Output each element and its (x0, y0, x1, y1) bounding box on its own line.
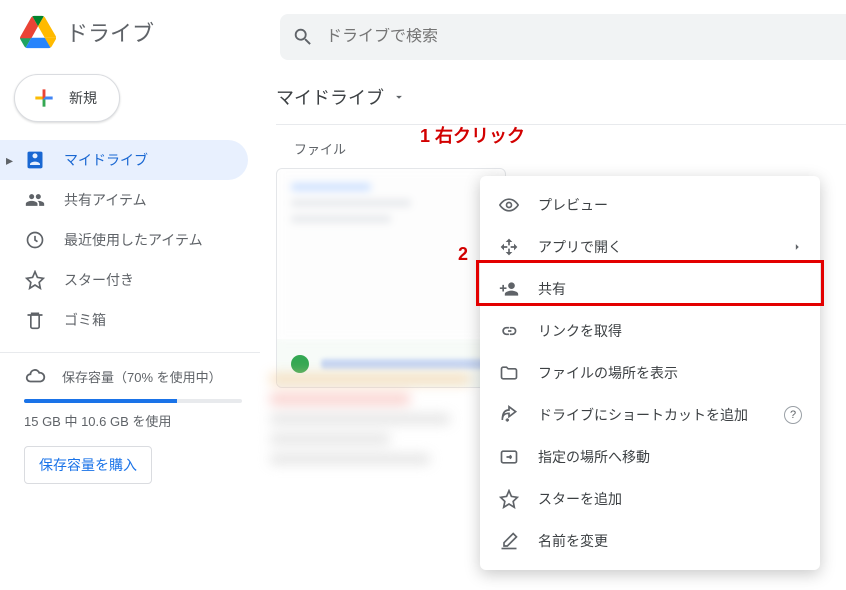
menu-item-rename[interactable]: 名前を変更 (480, 520, 820, 562)
context-menu: プレビュー アプリで開く 共有 リン (480, 176, 820, 570)
menu-item-label: 名前を変更 (538, 531, 608, 551)
storage-label: 保存容量（70% を使用中） (62, 367, 222, 386)
chevron-right-icon (790, 240, 804, 254)
sidebar-item-my-drive[interactable]: ▸ マイドライブ (0, 140, 248, 180)
sidebar-item-label: 最近使用したアイテム (64, 230, 203, 250)
drive-logo-icon (18, 12, 58, 52)
menu-item-label: プレビュー (538, 195, 608, 215)
sidebar-item-starred[interactable]: スター付き (0, 260, 248, 300)
content-area: マイドライブ ファイル 1 右クリック 2 (260, 64, 846, 590)
sidebar-item-label: スター付き (64, 270, 134, 290)
brand-title: ドライブ (66, 16, 154, 48)
menu-item-move-to[interactable]: 指定の場所へ移動 (480, 436, 820, 478)
plus-icon (31, 85, 57, 111)
menu-item-label: アプリで開く (538, 237, 622, 257)
folder-icon (498, 362, 520, 384)
storage-progress (24, 399, 242, 403)
menu-item-open-with[interactable]: アプリで開く (480, 226, 820, 268)
sidebar-item-label: ゴミ箱 (64, 310, 106, 330)
storage-detail: 15 GB 中 10.6 GB を使用 (24, 411, 242, 430)
new-button[interactable]: 新規 (14, 74, 120, 122)
chevron-right-icon: ▸ (6, 152, 13, 169)
sidebar-item-label: 共有アイテム (64, 190, 147, 210)
clock-icon (24, 229, 46, 251)
sidebar-item-label: マイドライブ (64, 150, 148, 170)
shortcut-icon (498, 404, 520, 426)
menu-item-show-location[interactable]: ファイルの場所を表示 (480, 352, 820, 394)
menu-item-preview[interactable]: プレビュー (480, 184, 820, 226)
share-person-icon (498, 278, 520, 300)
menu-item-share[interactable]: 共有 (480, 268, 820, 310)
sidebar-item-shared[interactable]: 共有アイテム (0, 180, 248, 220)
brand: ドライブ (0, 12, 280, 52)
open-with-icon (498, 236, 520, 258)
cloud-icon (24, 365, 46, 387)
star-icon (24, 269, 46, 291)
rename-icon (498, 530, 520, 552)
move-icon (498, 446, 520, 468)
sidebar: 新規 ▸ マイドライブ 共有アイテム 最近使用したアイテム (0, 64, 260, 590)
menu-item-label: 指定の場所へ移動 (538, 447, 650, 467)
sidebar-item-trash[interactable]: ゴミ箱 (0, 300, 248, 340)
file-preview (277, 169, 505, 339)
buy-storage-button[interactable]: 保存容量を購入 (24, 446, 152, 484)
sidebar-item-recent[interactable]: 最近使用したアイテム (0, 220, 248, 260)
search-icon (292, 26, 314, 48)
trash-icon (24, 309, 46, 331)
menu-item-label: ファイルの場所を表示 (538, 363, 678, 383)
files-section-label: ファイル (294, 139, 846, 158)
chevron-down-icon (392, 90, 406, 104)
new-button-label: 新規 (69, 88, 97, 108)
menu-item-add-shortcut[interactable]: ドライブにショートカットを追加 ? (480, 394, 820, 436)
eye-icon (498, 194, 520, 216)
file-card[interactable] (276, 168, 506, 388)
link-icon (498, 320, 520, 342)
menu-item-add-star[interactable]: スターを追加 (480, 478, 820, 520)
menu-item-label: ドライブにショートカットを追加 (538, 405, 748, 425)
menu-item-label: リンクを取得 (538, 321, 622, 341)
search-bar[interactable] (280, 14, 846, 60)
breadcrumb-label: マイドライブ (276, 84, 384, 110)
storage-section: 保存容量（70% を使用中） 15 GB 中 10.6 GB を使用 保存容量を… (0, 365, 260, 484)
search-input[interactable] (326, 28, 834, 46)
star-icon (498, 488, 520, 510)
help-icon: ? (784, 406, 802, 424)
menu-item-label: スターを追加 (538, 489, 622, 509)
menu-item-label: 共有 (538, 279, 566, 299)
breadcrumb[interactable]: マイドライブ (276, 74, 846, 124)
people-icon (24, 189, 46, 211)
my-drive-icon (24, 149, 46, 171)
blurred-content (270, 364, 470, 474)
menu-item-get-link[interactable]: リンクを取得 (480, 310, 820, 352)
